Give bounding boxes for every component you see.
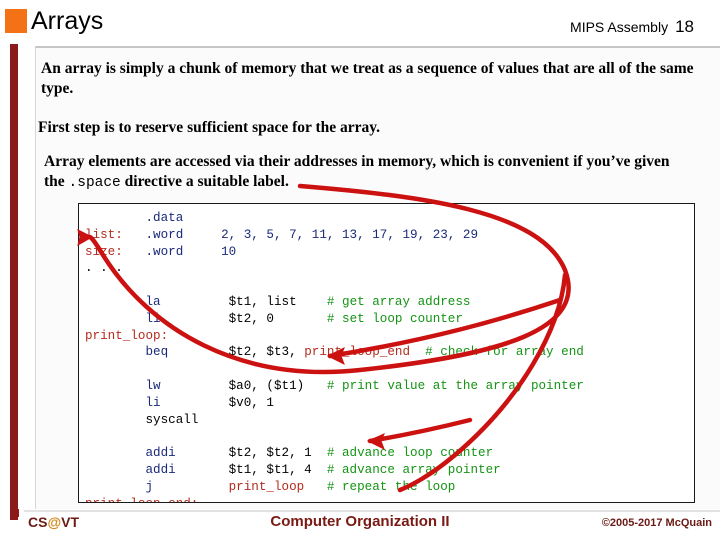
- code-token: # check for array end: [425, 345, 584, 360]
- code-token: li: [145, 395, 161, 410]
- code-token: .data: [145, 211, 184, 225]
- code-token: j: [145, 479, 154, 494]
- code-token: $a0, ($t1): [228, 378, 305, 393]
- page-title: Arrays: [31, 7, 104, 35]
- paragraph-addresses: Array elements are accessed via their ad…: [44, 152, 694, 193]
- code-token: addi: [145, 446, 176, 461]
- slide-header: Arrays MIPS Assembly 18: [0, 0, 720, 46]
- code-token: # advance loop counter: [326, 446, 494, 461]
- code-token: addi: [145, 462, 176, 477]
- code-token: # get array address: [326, 294, 471, 309]
- header-course-info: MIPS Assembly 18: [570, 17, 694, 37]
- left-accent-bar: [10, 44, 18, 520]
- code-token: la: [145, 294, 161, 309]
- code-token: # set loop counter: [326, 311, 463, 326]
- code-token: beq: [145, 345, 169, 360]
- code-token: .word: [145, 227, 184, 242]
- code-token: li: [145, 311, 161, 326]
- code-token: . . .: [85, 261, 123, 276]
- code-token: print_loop: [228, 479, 305, 494]
- slide-footer: CS@VT Computer Organization II ©2005-201…: [0, 508, 720, 540]
- code-token: list:: [85, 227, 123, 242]
- code-token: 10: [221, 244, 237, 259]
- code-token: syscall: [145, 412, 199, 427]
- code-token: $t1, list: [228, 294, 297, 309]
- code-token: $t2, $t2, 1: [228, 446, 312, 461]
- code-token: print_loop_end:: [85, 497, 198, 502]
- code-token: print_loop:: [85, 328, 169, 343]
- paragraph-first-step: First step is to reserve sufficient spac…: [38, 119, 381, 136]
- slide-number: 18: [675, 17, 694, 36]
- course-label: MIPS Assembly: [570, 19, 669, 35]
- code-token: $t2, 0: [228, 311, 274, 326]
- code-token: # print value at the array pointer: [326, 378, 584, 393]
- space-directive-code: .space: [68, 175, 121, 192]
- code-token: lw: [145, 378, 161, 393]
- footer-divider: [24, 510, 720, 512]
- code-token: # advance array pointer: [326, 462, 501, 477]
- footer-copyright: ©2005-2017 McQuain: [601, 517, 712, 529]
- code-token: 2, 3, 5, 7, 11, 13, 17, 19, 23, 29: [221, 227, 479, 242]
- code-token: # repeat the loop: [326, 479, 456, 494]
- code-listing-box: .data list: .word 2, 3, 5, 7, 11, 13, 17…: [78, 203, 695, 503]
- title-bullet-square: [5, 9, 27, 33]
- code-token: $t2, $t3,: [228, 345, 305, 360]
- code-token: .word: [145, 244, 184, 259]
- code-token: print_loop_end: [304, 345, 411, 360]
- code-token: $v0, 1: [228, 395, 274, 410]
- paragraph-definition: An array is simply a chunk of memory tha…: [41, 60, 694, 98]
- code-listing: .data list: .word 2, 3, 5, 7, 11, 13, 17…: [85, 210, 584, 502]
- paragraph3-text-b: directive a suitable label.: [120, 173, 289, 191]
- code-token: $t1, $t1, 4: [228, 462, 312, 477]
- code-token: size:: [85, 244, 123, 259]
